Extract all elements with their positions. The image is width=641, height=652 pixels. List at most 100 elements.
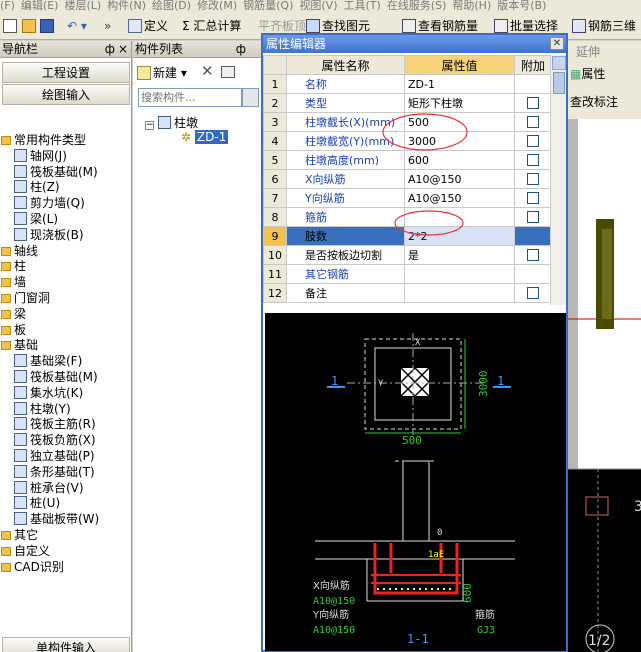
property-row[interactable]: 10 是否按板边切割是 [263, 245, 552, 265]
pin-icon[interactable]: ф [236, 41, 246, 58]
rebar-3d-button[interactable]: 钢筋三维 [572, 17, 636, 36]
tree-item-1[interactable]: 轴网(J) [14, 148, 67, 164]
property-row[interactable]: 7 Y向纵筋 A10@150 [263, 188, 552, 208]
property-row[interactable]: 2 类型 矩形下柱墩 [263, 93, 552, 113]
tree-item-5[interactable]: 梁(L) [14, 211, 58, 227]
add-checkbox[interactable] [527, 96, 539, 109]
tree-item-15[interactable]: 筏板基础(M) [14, 369, 98, 385]
tree-item-19[interactable]: 筏板负筋(X) [14, 432, 96, 448]
pin-icon[interactable]: ф [105, 41, 115, 58]
toolbar-overflow-button[interactable]: » [104, 17, 111, 36]
draw-input-button[interactable]: 绘图输入 [2, 84, 130, 105]
add-checkbox[interactable] [527, 153, 539, 166]
menu-rebar[interactable]: 钢筋量(Q) [243, 0, 293, 11]
search-icon[interactable] [242, 88, 259, 107]
tree-item-24[interactable]: 基础板带(W) [14, 511, 99, 527]
collapse-icon[interactable]: − [145, 121, 154, 130]
property-table-scrollbar[interactable] [550, 55, 566, 305]
menu-edit[interactable]: 编辑(E) [21, 0, 59, 11]
tree-item-18[interactable]: 筏板主筋(R) [14, 416, 96, 432]
sum-calc-button[interactable]: Σ 汇总计算 [182, 17, 241, 36]
tree-folder-11[interactable]: 梁 [1, 306, 26, 322]
tree-item-17[interactable]: 柱墩(Y) [14, 401, 71, 417]
attr-button[interactable]: ▦属性 [568, 67, 605, 81]
check-label-button[interactable]: 查改标注 [568, 85, 641, 119]
tree-item-22[interactable]: 桩承台(V) [14, 480, 84, 496]
add-checkbox[interactable] [527, 286, 539, 299]
property-value[interactable]: A10@150 [404, 169, 515, 189]
tree-folder-10[interactable]: 门窗洞 [1, 290, 50, 306]
property-value[interactable]: 500 [404, 112, 515, 132]
property-row[interactable]: 3 柱墩截长(X)(mm) 500 [263, 112, 552, 132]
property-row[interactable]: 5 柱墩高度(mm) 600 [263, 150, 552, 170]
new-file-button[interactable] [3, 17, 19, 36]
new-component-button[interactable]: 新建 ▾ [137, 64, 187, 81]
tree-folder-0[interactable]: 常用构件类型 [1, 132, 86, 148]
menu-version[interactable]: 版本号(B) [497, 0, 546, 11]
tree-node-zd1[interactable]: ✲ ZD-1 [181, 130, 229, 144]
undo-button[interactable]: ↶ ▾ [67, 17, 87, 36]
tree-folder-9[interactable]: 墙 [1, 274, 26, 290]
tree-item-21[interactable]: 条形基础(T) [14, 464, 95, 480]
tree-folder-12[interactable]: 板 [1, 322, 26, 338]
tree-item-20[interactable]: 独立基础(P) [14, 448, 95, 464]
copy-icon[interactable] [221, 66, 235, 78]
tree-folder-8[interactable]: 柱 [1, 258, 26, 274]
tree-item-14[interactable]: 基础梁(F) [14, 353, 82, 369]
add-checkbox[interactable] [527, 210, 539, 223]
add-checkbox[interactable] [527, 191, 539, 204]
open-button[interactable] [22, 17, 38, 36]
scroll-up-icon[interactable] [552, 56, 566, 70]
project-settings-button[interactable]: 工程设置 [2, 62, 130, 83]
tree-folder-7[interactable]: 轴线 [1, 243, 38, 259]
property-value[interactable]: 矩形下柱墩 [404, 93, 515, 113]
tree-item-6[interactable]: 现浇板(B) [14, 227, 84, 243]
tree-node-column-pier[interactable]: − 柱墩 [145, 114, 198, 131]
add-checkbox[interactable] [527, 134, 539, 147]
tree-folder-26[interactable]: 自定义 [1, 543, 50, 559]
tree-folder-13[interactable]: 基础 [1, 337, 38, 353]
menu-online[interactable]: 在线服务(S) [387, 0, 447, 11]
tree-item-3[interactable]: 柱(Z) [14, 179, 60, 195]
define-button[interactable]: 定义 [128, 17, 168, 36]
property-value[interactable] [404, 264, 515, 284]
delete-icon[interactable]: ✕ [201, 62, 214, 80]
property-row[interactable]: 9 肢数 2*2 [263, 226, 552, 246]
menu-modify[interactable]: 修改(M) [197, 0, 237, 11]
property-value[interactable]: 2*2 [404, 226, 515, 246]
close-icon[interactable]: ✕ [550, 37, 564, 50]
scroll-thumb[interactable] [553, 72, 565, 94]
property-value[interactable]: 3000 [404, 131, 515, 151]
menu-tools[interactable]: 工具(T) [344, 0, 381, 11]
tree-item-23[interactable]: 桩(U) [14, 495, 60, 511]
single-component-input-button[interactable]: 单构件输入 [2, 637, 130, 652]
property-row[interactable]: 12 备注 [263, 283, 552, 303]
property-row[interactable]: 8 箍筋 [263, 207, 552, 227]
menu-file[interactable]: (F) [0, 0, 15, 11]
tree-item-16[interactable]: 集水坑(K) [14, 385, 83, 401]
menu-draw[interactable]: 绘图(D) [152, 0, 191, 11]
property-value[interactable]: A10@150 [404, 188, 515, 208]
property-row[interactable]: 6 X向纵筋 A10@150 [263, 169, 552, 189]
property-value[interactable] [404, 283, 515, 303]
menu-help[interactable]: 帮助(H) [452, 0, 491, 11]
property-value[interactable]: 是 [404, 245, 515, 265]
menu-component[interactable]: 构件(N) [107, 0, 146, 11]
menu-view[interactable]: 视图(V) [299, 0, 337, 11]
menu-floor[interactable]: 楼层(L) [64, 0, 101, 11]
save-button[interactable] [40, 17, 56, 36]
add-checkbox[interactable] [527, 248, 539, 261]
component-search-input[interactable] [138, 88, 242, 107]
close-icon[interactable]: × [118, 41, 128, 58]
property-value[interactable]: ZD-1 [404, 74, 515, 94]
add-checkbox[interactable] [527, 172, 539, 185]
drawing-canvas[interactable]: 3 1/2 [568, 119, 641, 652]
tree-item-2[interactable]: 筏板基础(M) [14, 164, 98, 180]
property-value[interactable]: 600 [404, 150, 515, 170]
property-row[interactable]: 11 其它钢筋 [263, 264, 552, 284]
add-checkbox[interactable] [527, 115, 539, 128]
property-value[interactable] [404, 207, 515, 227]
property-row[interactable]: 4 柱墩截宽(Y)(mm) 3000 [263, 131, 552, 151]
extend-button[interactable]: 延伸 [568, 45, 600, 59]
tree-folder-25[interactable]: 其它 [1, 527, 38, 543]
